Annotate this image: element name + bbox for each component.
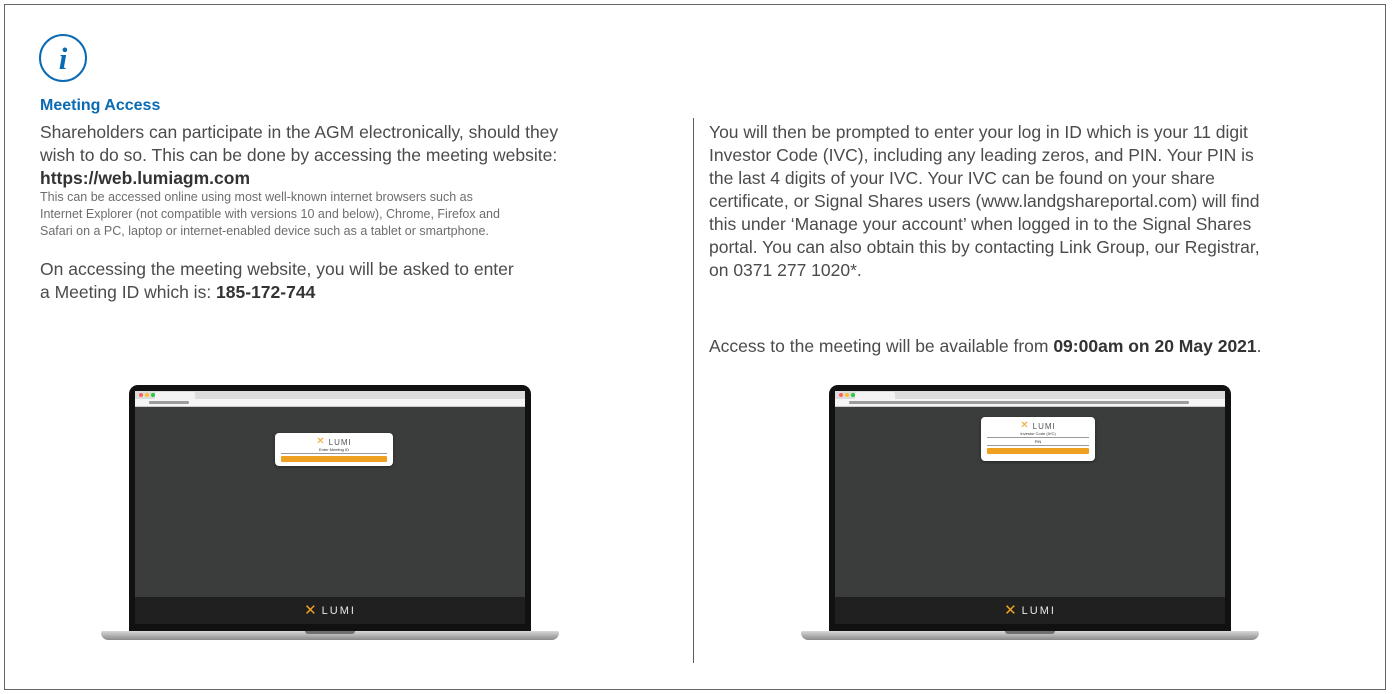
- meeting-id-login-card: ✕ LUMI Enter Meeting ID: [275, 433, 393, 466]
- access-suffix: .: [1256, 336, 1262, 356]
- laptop-login-illustration: ✕ LUMI Investor Code (IVC) PIN ✕ LUMI: [801, 385, 1259, 640]
- pin-field: [987, 445, 1089, 446]
- bezel-lumi-x-icon: ✕: [1004, 602, 1017, 619]
- meeting-id-value: 185-172-744: [216, 282, 316, 302]
- laptop-lid: ✕ LUMI Enter Meeting ID ✕ LUMI: [129, 385, 531, 631]
- section-heading: Meeting Access: [40, 97, 161, 114]
- pin-field-label: PIN: [1034, 439, 1042, 444]
- laptop-notch: [305, 631, 355, 634]
- intro-line-1: Shareholders can participate in the AGM …: [40, 122, 559, 142]
- browsers-line-3: Safari on a PC, laptop or internet-enabl…: [40, 224, 489, 238]
- address-url: [149, 401, 189, 404]
- bezel-logo-text: LUMI: [321, 604, 356, 617]
- screen-bezel: ✕ LUMI: [135, 597, 525, 624]
- meeting-id-field-label: Enter Meeting ID: [318, 447, 349, 452]
- laptop-notch: [1005, 631, 1055, 634]
- login-line-5: this under ‘Manage your account’ when lo…: [709, 214, 1252, 234]
- login-line-1: You will then be prompted to enter your …: [709, 122, 1248, 142]
- laptop-base: [801, 631, 1259, 640]
- meeting-id-submit-button: [281, 456, 387, 462]
- login-line-7: on 0371 277 1020*.: [709, 260, 862, 280]
- intro-line-2: wish to do so. This can be done by acces…: [40, 145, 558, 165]
- close-dot: [139, 393, 143, 397]
- bezel-logo-text: LUMI: [1021, 604, 1056, 617]
- lumi-x-icon: ✕: [1020, 420, 1030, 431]
- browsers-line-1: This can be accessed online using most w…: [40, 190, 473, 204]
- intro-paragraph: Shareholders can participate in the AGM …: [40, 121, 558, 190]
- access-time-paragraph: Access to the meeting will be available …: [709, 335, 1262, 358]
- info-panel: i Meeting Access Shareholders can partic…: [4, 4, 1386, 690]
- close-dot: [839, 393, 843, 397]
- browser-tab-strip: [835, 391, 1225, 399]
- laptop-lid: ✕ LUMI Investor Code (IVC) PIN ✕ LUMI: [829, 385, 1231, 631]
- browser-tab-strip: [135, 391, 525, 399]
- card-logo-text: LUMI: [1032, 421, 1056, 431]
- meeting-id-field: [281, 453, 387, 454]
- browsers-line-2: Internet Explorer (not compatible with v…: [40, 207, 500, 221]
- meeting-line-2-prefix: a Meeting ID which is:: [40, 282, 217, 302]
- card-logo-text: LUMI: [328, 437, 352, 447]
- info-icon: i: [39, 34, 87, 82]
- login-line-4: certificate, or Signal Shares users (www…: [709, 191, 1260, 211]
- meeting-website-url: https://web.lumiagm.com: [40, 168, 251, 188]
- window-controls: [139, 393, 155, 397]
- laptop-base: [101, 631, 559, 640]
- card-lumi-logo: ✕ LUMI: [275, 437, 393, 447]
- card-lumi-logo: ✕ LUMI: [981, 421, 1095, 431]
- ivc-field-label: Investor Code (IVC): [1020, 431, 1056, 436]
- meeting-line-1: On accessing the meeting website, you wi…: [40, 259, 514, 279]
- lumi-x-icon: ✕: [316, 436, 326, 447]
- minimize-dot: [145, 393, 149, 397]
- login-submit-button: [987, 448, 1089, 454]
- browser-compat-paragraph: This can be accessed online using most w…: [40, 189, 500, 240]
- bezel-lumi-x-icon: ✕: [304, 602, 317, 619]
- browser-tab: [155, 392, 195, 399]
- address-bar: [835, 399, 1225, 407]
- login-paragraph: You will then be prompted to enter your …: [709, 121, 1260, 282]
- column-divider: [693, 118, 694, 663]
- login-line-3: the last 4 digits of your IVC. Your IVC …: [709, 168, 1215, 188]
- login-line-2: Investor Code (IVC), including any leadi…: [709, 145, 1254, 165]
- access-time-value: 09:00am on 20 May 2021: [1053, 336, 1257, 356]
- laptop-screen: ✕ LUMI Investor Code (IVC) PIN ✕ LUMI: [835, 391, 1225, 624]
- laptop-screen: ✕ LUMI Enter Meeting ID ✕ LUMI: [135, 391, 525, 624]
- address-url: [849, 401, 1189, 404]
- access-prefix: Access to the meeting will be available …: [709, 336, 1054, 356]
- window-controls: [839, 393, 855, 397]
- ivc-field: [987, 437, 1089, 438]
- browser-tab: [855, 392, 895, 399]
- address-bar: [135, 399, 525, 407]
- login-line-6: portal. You can also obtain this by cont…: [709, 237, 1260, 257]
- minimize-dot: [845, 393, 849, 397]
- meeting-id-paragraph: On accessing the meeting website, you wi…: [40, 258, 514, 304]
- screen-bezel: ✕ LUMI: [835, 597, 1225, 624]
- ivc-login-card: ✕ LUMI Investor Code (IVC) PIN: [981, 417, 1095, 461]
- laptop-meeting-id-illustration: ✕ LUMI Enter Meeting ID ✕ LUMI: [101, 385, 559, 640]
